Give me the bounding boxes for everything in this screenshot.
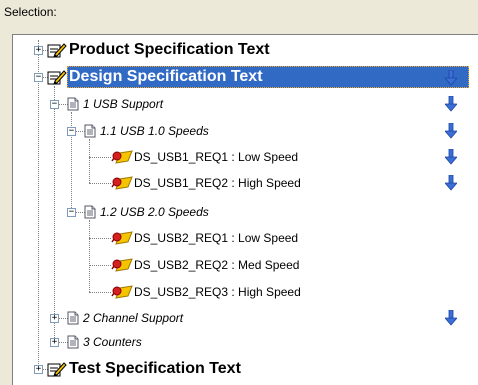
spec-pencil-icon (47, 68, 67, 86)
tree-item-ds-usb1-req1[interactable]: DS_USB1_REQ1 : Low Speed (134, 146, 298, 168)
tree-item-ds-usb2-req2[interactable]: DS_USB2_REQ2 : Med Speed (134, 254, 299, 276)
connector (89, 183, 111, 184)
tree-item-label: 2 Channel Support (83, 311, 184, 325)
tree-item-label: 1.1 USB 1.0 Speeds (100, 124, 209, 138)
expand-toggle-test[interactable]: + (34, 365, 43, 374)
tree-panel[interactable]: + Product Specification Text − Design Sp… (12, 34, 478, 385)
tree-item-label: 1 USB Support (83, 97, 164, 111)
tree-item-ds-usb2-req3[interactable]: DS_USB2_REQ3 : High Speed (134, 281, 301, 303)
tree-item-label: DS_USB2_REQ3 : High Speed (134, 285, 301, 299)
expand-toggle-counters[interactable]: + (50, 338, 59, 347)
document-icon (67, 335, 79, 349)
tree-item-design-specification[interactable]: Design Specification Text (69, 66, 263, 88)
requirement-icon (111, 230, 133, 246)
down-arrow-icon[interactable] (445, 149, 457, 165)
connector (89, 292, 111, 293)
requirement-icon (111, 149, 133, 165)
tree-item-label: DS_USB2_REQ1 : Low Speed (134, 231, 299, 245)
tree-item-label: 3 Counters (83, 335, 142, 349)
spec-pencil-icon (47, 360, 67, 378)
tree-item-label: DS_USB1_REQ1 : Low Speed (134, 150, 299, 164)
down-arrow-icon[interactable] (445, 123, 457, 139)
down-arrow-icon[interactable] (445, 70, 457, 86)
tree-item-label: DS_USB2_REQ2 : Med Speed (134, 258, 300, 272)
design-connector (54, 86, 55, 342)
tree-item-label: 1.2 USB 2.0 Speeds (100, 205, 209, 219)
selection-label: Selection: (4, 5, 57, 19)
connector (89, 238, 111, 239)
connector (89, 157, 111, 158)
down-arrow-icon[interactable] (445, 175, 457, 191)
collapse-toggle-usb2[interactable]: − (67, 208, 76, 217)
requirement-icon (111, 175, 133, 191)
expand-toggle-product[interactable]: + (34, 46, 43, 55)
tree-item-usb2-speeds[interactable]: 1.2 USB 2.0 Speeds (100, 201, 209, 223)
tree-item-ds-usb1-req2[interactable]: DS_USB1_REQ2 : High Speed (134, 172, 301, 194)
collapse-toggle-usb-support[interactable]: − (50, 100, 59, 109)
collapse-toggle-design[interactable]: − (34, 73, 43, 82)
tree-item-label: DS_USB1_REQ2 : High Speed (134, 176, 301, 190)
expand-toggle-channel[interactable]: + (50, 314, 59, 323)
requirement-icon (111, 257, 133, 273)
document-icon (67, 97, 79, 111)
document-icon (84, 124, 96, 138)
tree-item-label: Product Specification Text (69, 41, 270, 58)
root-connector (38, 40, 39, 368)
connector (89, 265, 111, 266)
document-icon (84, 205, 96, 219)
tree-item-ds-usb2-req1[interactable]: DS_USB2_REQ1 : Low Speed (134, 227, 298, 249)
tree-item-product-specification[interactable]: Product Specification Text (69, 39, 270, 61)
spec-pencil-icon (47, 41, 67, 59)
requirement-icon (111, 284, 133, 300)
tree-item-label: Design Specification Text (69, 68, 263, 85)
tree-item-counters[interactable]: 3 Counters (83, 331, 142, 353)
tree-item-channel-support[interactable]: 2 Channel Support (83, 307, 183, 329)
tree-item-label: Test Specification Text (69, 360, 241, 377)
document-icon (67, 311, 79, 325)
usb2-connector (89, 220, 90, 292)
tree-item-test-specification[interactable]: Test Specification Text (69, 358, 241, 380)
down-arrow-icon[interactable] (445, 310, 457, 326)
tree-item-usb1-speeds[interactable]: 1.1 USB 1.0 Speeds (100, 120, 209, 142)
tree-item-usb-support[interactable]: 1 USB Support (83, 93, 163, 115)
usb1-connector (89, 139, 90, 183)
down-arrow-icon[interactable] (445, 96, 457, 112)
collapse-toggle-usb1[interactable]: − (67, 127, 76, 136)
selection-window: Selection: + Product Specification Text … (0, 0, 478, 385)
